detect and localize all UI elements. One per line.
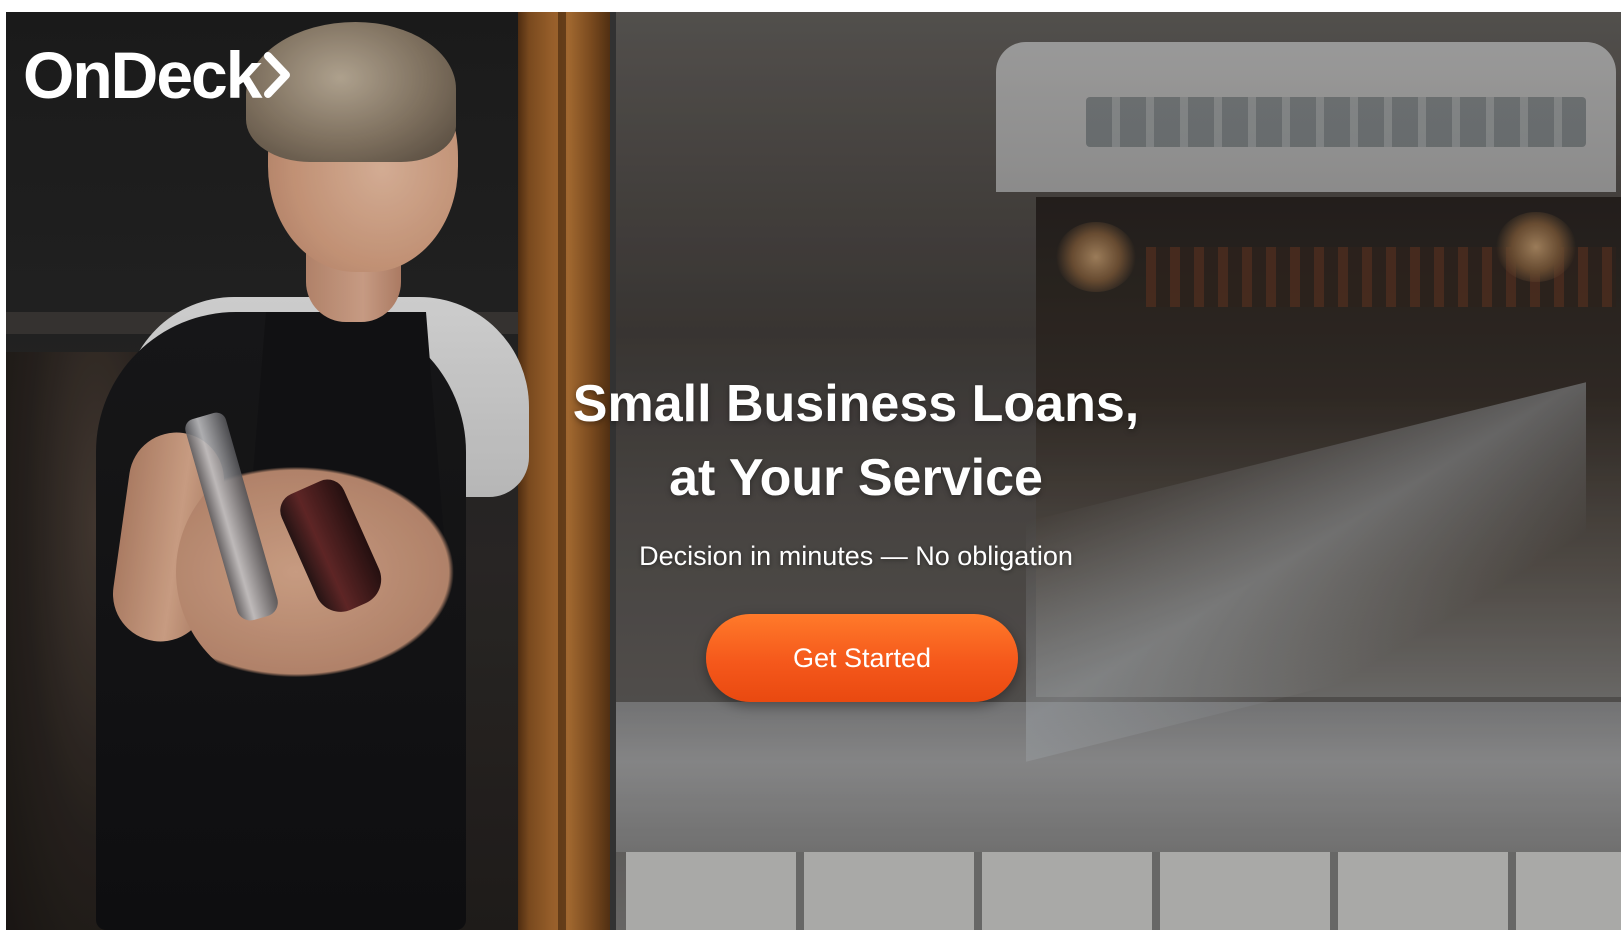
headline-line-1: Small Business Loans, (572, 375, 1140, 433)
ondeck-logo[interactable]: OnDeck (23, 42, 292, 108)
headline-line-2: at Your Service (669, 449, 1043, 507)
chevron-right-icon (264, 52, 291, 98)
get-started-button[interactable]: Get Started (706, 614, 1018, 702)
hero-headline: Small Business Loans, at Your Service (526, 367, 1186, 515)
logo-text: OnDeck (23, 38, 262, 112)
hero-subheadline: Decision in minutes — No obligation (639, 541, 1073, 571)
hero-section: OnDeck Small Business Loans, at Your Ser… (6, 12, 1621, 930)
